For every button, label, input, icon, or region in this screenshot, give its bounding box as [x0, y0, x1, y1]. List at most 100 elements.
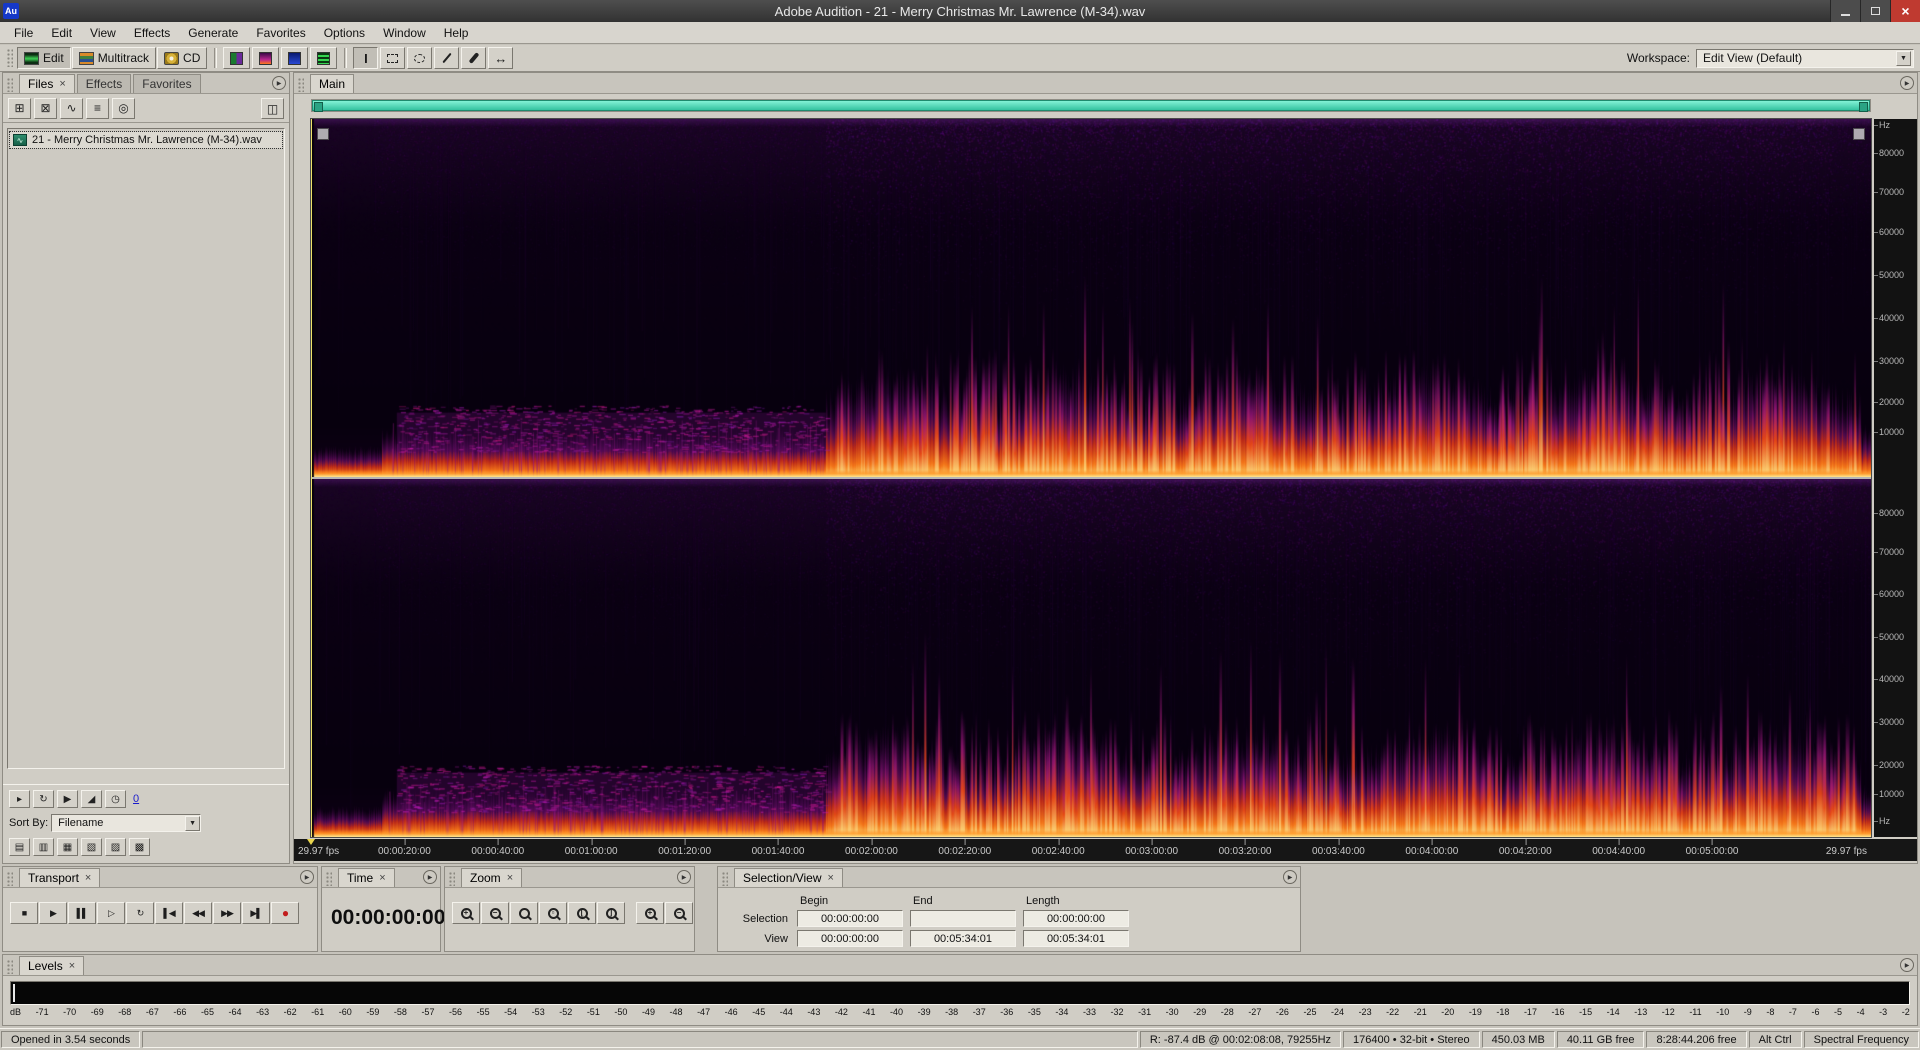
- play-from-cursor-button[interactable]: ▷: [97, 902, 125, 924]
- rewind-button[interactable]: ◀◀: [184, 902, 212, 924]
- panel-grip[interactable]: [449, 872, 455, 886]
- volume-icon[interactable]: ◢: [81, 790, 102, 808]
- tab-close-icon[interactable]: ×: [828, 872, 834, 884]
- tab-close-icon[interactable]: ×: [85, 872, 91, 884]
- waveform-view-button[interactable]: [223, 47, 250, 69]
- play-button[interactable]: ▶: [39, 902, 67, 924]
- tab-levels[interactable]: Levels ×: [19, 956, 84, 975]
- menu-edit[interactable]: Edit: [42, 23, 81, 43]
- view-end-field[interactable]: 00:05:34:01: [910, 930, 1016, 947]
- level-meter[interactable]: [10, 981, 1910, 1005]
- maximize-button[interactable]: [1860, 0, 1890, 22]
- tab-close-icon[interactable]: ×: [59, 78, 65, 90]
- tab-close-icon[interactable]: ×: [69, 960, 75, 972]
- record-button[interactable]: ●: [271, 902, 299, 924]
- pause-button[interactable]: ▌▌: [68, 902, 96, 924]
- spectral-frequency-view-button[interactable]: [252, 47, 279, 69]
- menu-window[interactable]: Window: [374, 23, 435, 43]
- zoom-out-full-button[interactable]: [510, 902, 538, 924]
- menu-options[interactable]: Options: [315, 23, 374, 43]
- filter-video-icon[interactable]: ▦: [57, 838, 78, 856]
- file-list[interactable]: ∿21 - Merry Christmas Mr. Lawrence (M-34…: [7, 128, 285, 769]
- filter-session-icon[interactable]: ▨: [105, 838, 126, 856]
- spectral-display[interactable]: [311, 119, 1871, 837]
- play-looped-button[interactable]: ↻: [126, 902, 154, 924]
- edit-file-icon[interactable]: ∿: [60, 98, 83, 119]
- zoom-left-edge-button[interactable]: [: [568, 902, 596, 924]
- chevron-down-icon[interactable]: ▼: [185, 816, 200, 831]
- panel-grip[interactable]: [326, 872, 332, 886]
- panel-grip[interactable]: [7, 960, 13, 974]
- toolbar-grip[interactable]: [7, 49, 13, 67]
- selection-length-field[interactable]: 00:00:00:00: [1023, 910, 1129, 927]
- playhead-cursor[interactable]: [311, 119, 312, 837]
- tab-time[interactable]: Time ×: [338, 868, 395, 887]
- timeline-ruler[interactable]: 29.97 fps 00:00:20:0000:00:40:0000:01:00…: [294, 839, 1917, 861]
- spectral-phase-view-button[interactable]: [310, 47, 337, 69]
- zoom-to-selection-button[interactable]: ▫: [539, 902, 567, 924]
- zoom-out-vertical-button[interactable]: −: [665, 902, 693, 924]
- panel-menu-icon[interactable]: ▶: [1900, 958, 1914, 972]
- panel-menu-icon[interactable]: ▶: [423, 870, 437, 884]
- menu-file[interactable]: File: [5, 23, 42, 43]
- tab-files[interactable]: Files ×: [19, 74, 75, 93]
- selection-begin-field[interactable]: 00:00:00:00: [797, 910, 903, 927]
- overview-track[interactable]: [311, 99, 1871, 112]
- close-button[interactable]: ×: [1890, 0, 1920, 22]
- loop-play-icon[interactable]: ↻: [33, 790, 54, 808]
- auto-play-icon[interactable]: ▸: [9, 790, 30, 808]
- display-corner-handle[interactable]: [317, 128, 329, 140]
- insert-into-multitrack-icon[interactable]: ≡: [86, 98, 109, 119]
- time-selection-tool-button[interactable]: [353, 47, 378, 69]
- frequency-ruler[interactable]: Hz80000700006000050000400003000020000100…: [1874, 119, 1917, 837]
- fast-forward-button[interactable]: ▶▶: [213, 902, 241, 924]
- stop-button[interactable]: ■: [10, 902, 38, 924]
- advanced-options-icon[interactable]: ◫: [261, 98, 284, 119]
- tab-close-icon[interactable]: ×: [379, 872, 385, 884]
- panel-grip[interactable]: [7, 872, 13, 886]
- overview-range-bar[interactable]: [312, 100, 1870, 111]
- zoom-out-horizontal-button[interactable]: −: [481, 902, 509, 924]
- filter-cd-icon[interactable]: ▩: [129, 838, 150, 856]
- time-display[interactable]: 00:00:00:00: [322, 888, 440, 930]
- zoom-in-horizontal-button[interactable]: +: [452, 902, 480, 924]
- footer-link[interactable]: 0: [133, 793, 139, 805]
- menu-favorites[interactable]: Favorites: [247, 23, 314, 43]
- panel-menu-icon[interactable]: ▶: [272, 76, 286, 90]
- menu-effects[interactable]: Effects: [125, 23, 179, 43]
- filter-loop-icon[interactable]: ▥: [33, 838, 54, 856]
- panel-grip[interactable]: [298, 78, 304, 92]
- menu-help[interactable]: Help: [435, 23, 478, 43]
- filter-audio-icon[interactable]: ▤: [9, 838, 30, 856]
- display-corner-handle[interactable]: [1853, 128, 1865, 140]
- edit-view-button[interactable]: Edit: [17, 47, 71, 69]
- panel-grip[interactable]: [722, 872, 728, 886]
- import-file-icon[interactable]: ⊞: [8, 98, 31, 119]
- tab-selection-view[interactable]: Selection/View ×: [734, 868, 843, 887]
- sort-by-dropdown[interactable]: Filename ▼: [51, 814, 201, 832]
- tab-favorites[interactable]: Favorites: [133, 74, 200, 93]
- go-to-beginning-button[interactable]: ▌◀: [155, 902, 183, 924]
- menu-view[interactable]: View: [81, 23, 125, 43]
- tab-close-icon[interactable]: ×: [507, 872, 513, 884]
- filter-midi-icon[interactable]: ▧: [81, 838, 102, 856]
- spot-healing-brush-tool-button[interactable]: [461, 47, 486, 69]
- selection-end-field[interactable]: [910, 910, 1016, 927]
- scrub-tool-button[interactable]: [488, 47, 513, 69]
- panel-menu-icon[interactable]: ▶: [1900, 76, 1914, 90]
- follow-time-icon[interactable]: ◷: [105, 790, 126, 808]
- panel-menu-icon[interactable]: ▶: [1283, 870, 1297, 884]
- panel-menu-icon[interactable]: ▶: [677, 870, 691, 884]
- minimize-button[interactable]: [1830, 0, 1860, 22]
- cd-view-button[interactable]: CD: [157, 47, 207, 69]
- menu-generate[interactable]: Generate: [179, 23, 247, 43]
- view-begin-field[interactable]: 00:00:00:00: [797, 930, 903, 947]
- panel-menu-icon[interactable]: ▶: [300, 870, 314, 884]
- zoom-right-edge-button[interactable]: ]: [597, 902, 625, 924]
- play-file-icon[interactable]: ▶: [57, 790, 78, 808]
- multitrack-view-button[interactable]: Multitrack: [72, 47, 156, 69]
- tab-zoom[interactable]: Zoom ×: [461, 868, 522, 887]
- playhead-marker-icon[interactable]: [307, 839, 315, 845]
- marquee-selection-tool-button[interactable]: [380, 47, 405, 69]
- insert-into-cd-icon[interactable]: ◎: [112, 98, 135, 119]
